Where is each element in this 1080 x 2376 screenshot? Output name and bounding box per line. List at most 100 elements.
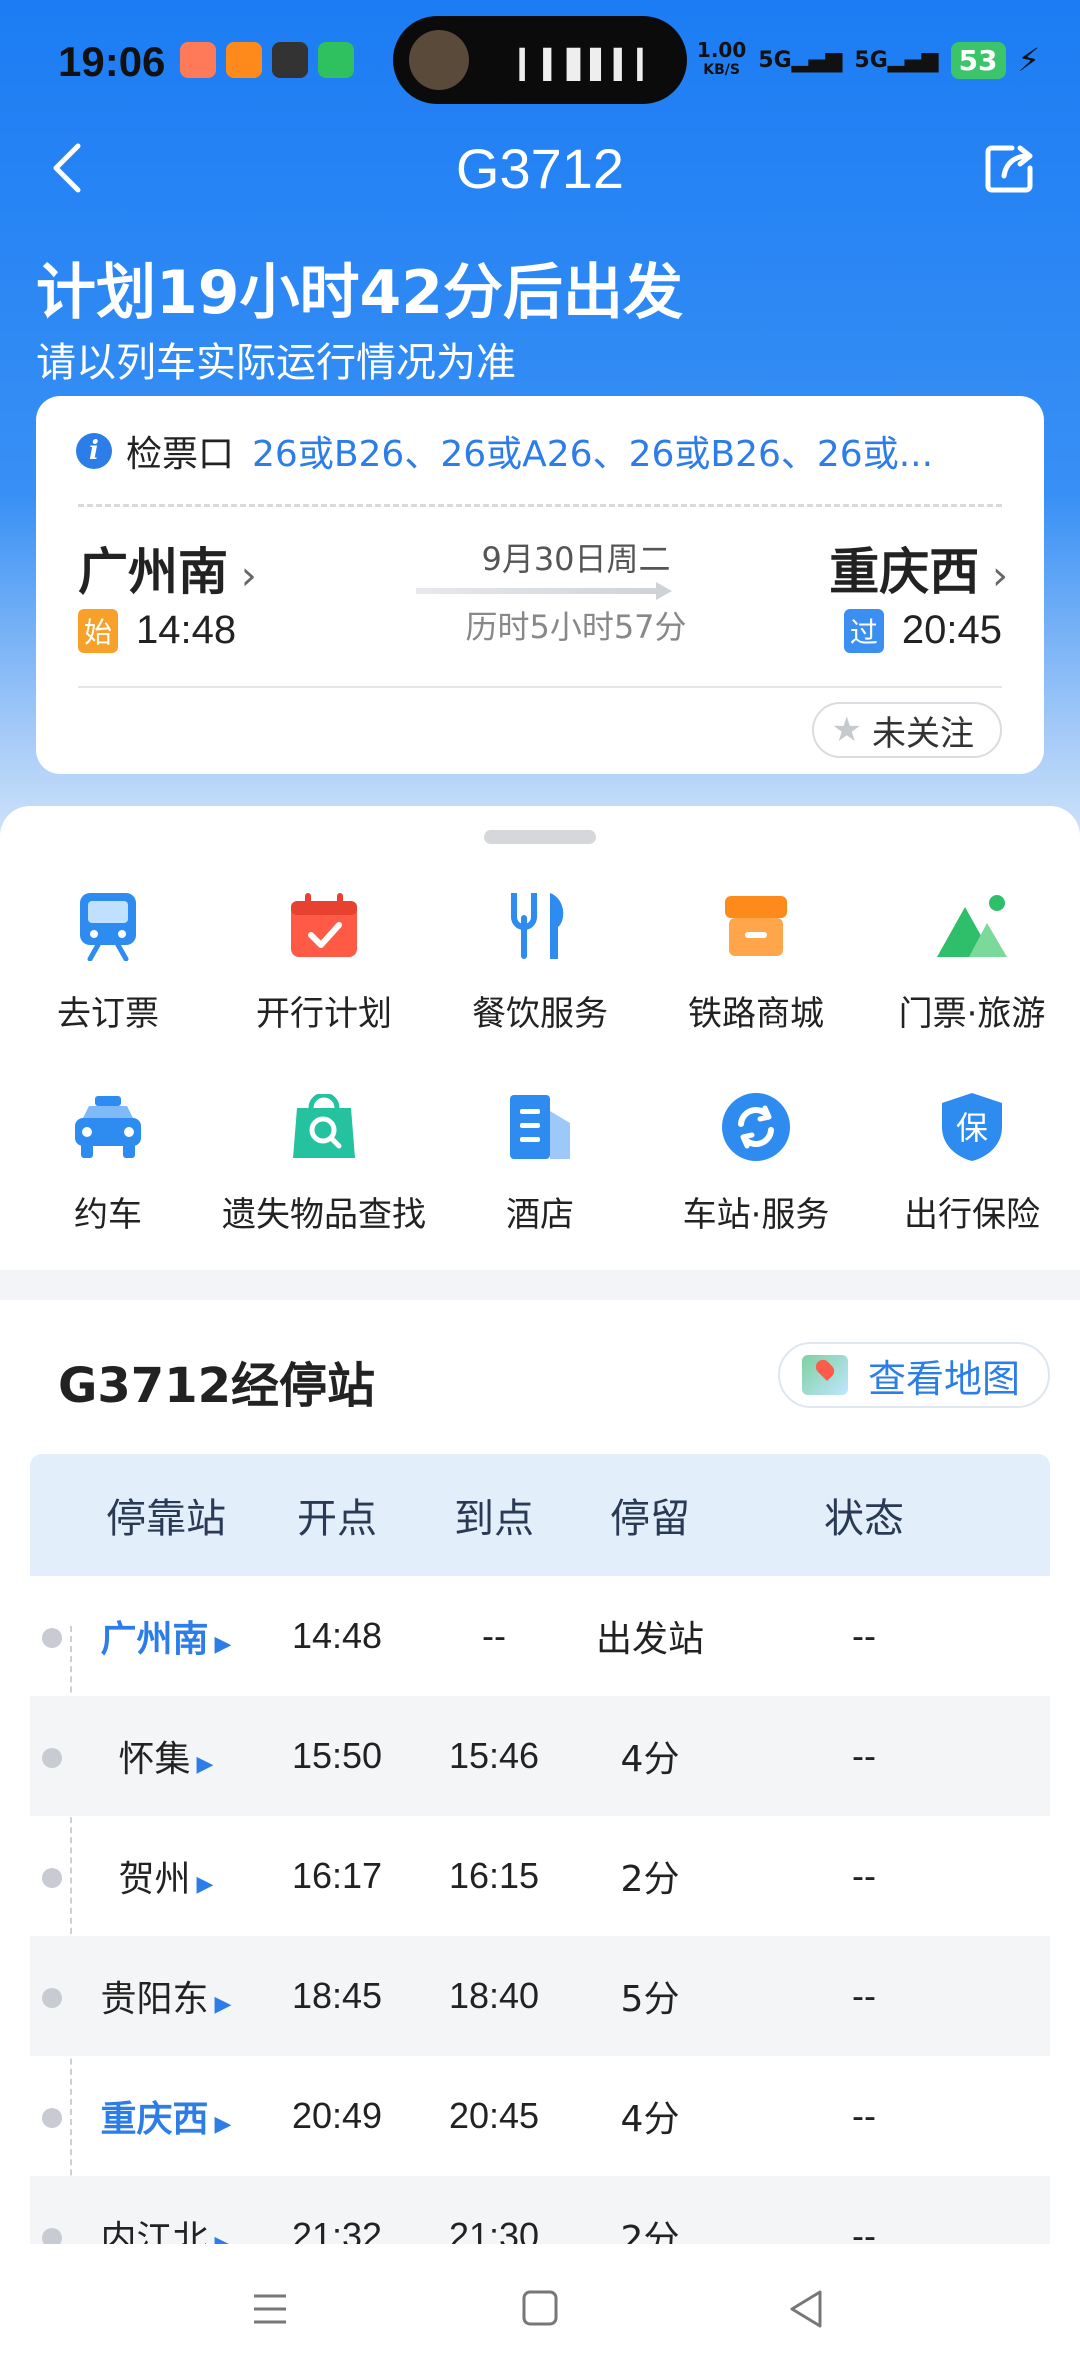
stop-station: 贵阳东 [100,1979,209,2020]
stop-stay: 2分 [620,1859,680,1900]
departure-time: 14:48 [136,608,237,652]
hotel-icon [500,1087,580,1167]
divider [78,504,1002,507]
gallery-app-icon [180,42,216,78]
media-thumbnail [409,30,469,90]
stop-status: -- [852,1735,876,1776]
stop-dot [42,2108,62,2128]
stop-station: 贺州 [118,1859,191,1900]
chevron-right-icon: › [228,553,257,599]
stop-dot [42,1748,62,1768]
from-station[interactable]: 广州南 › [78,532,257,604]
services-sheet: 去订票 开行计划 餐饮服务 铁路商城 门票·旅游 约车 遗失物品查找 酒店 车站… [0,806,1080,1270]
travel-duration: 历时5小时57分 [465,608,687,646]
iqiyi-app-icon [318,42,354,78]
stop-station: 重庆西 [100,2099,209,2140]
calendar-check-icon [284,886,364,966]
to-station[interactable]: 重庆西 › [829,532,1008,604]
chevron-right-icon: › [979,553,1008,599]
trip-card: i 检票口 26或B26、26或A26、26或B26、26或... 广州南 › … [36,396,1044,774]
service-label: 遗失物品查找 [222,1195,426,1235]
ticket-gate[interactable]: i 检票口 26或B26、26或A26、26或B26、26或... [76,426,996,476]
home-icon[interactable] [510,2284,570,2334]
stop-station: 内江北 [100,2219,209,2244]
service-schedule[interactable]: 开行计划 [216,886,432,1035]
stops-title: G3712经停站 [58,1358,375,1414]
from-station-name: 广州南 [78,543,228,601]
star-icon: ★ [831,710,862,750]
triangle-right-icon: ▶ [196,1751,214,1776]
header-status: 状态 [824,1496,904,1542]
service-lost-found[interactable]: 遗失物品查找 [216,1087,432,1236]
departure-countdown: 计划19小时42分后出发 [36,258,683,328]
map-icon [801,1355,848,1395]
departure-note: 请以列车实际运行情况为准 [36,340,516,386]
info-icon: i [76,433,112,469]
service-book-ticket[interactable]: 去订票 [0,886,216,1035]
share-icon[interactable] [982,140,1038,196]
stop-status: -- [852,2215,876,2244]
stop-arrive: -- [482,1615,506,1656]
nav-bar: G3712 [0,120,1080,220]
service-mall[interactable]: 铁路商城 [648,886,864,1035]
table-row[interactable]: 怀集 ▶ 15:50 15:46 4分 -- [30,1696,1050,1816]
start-tag: 始 [78,608,118,653]
stop-dot [42,1988,62,2008]
stop-status: -- [852,1855,876,1896]
follow-button[interactable]: ★ 未关注 [811,702,1002,758]
header-arrive: 到点 [454,1496,534,1542]
service-insurance[interactable]: 保 出行保险 [864,1087,1080,1236]
dynamic-island[interactable]: ▎▍▋▌▍▎ [393,16,687,104]
table-row[interactable]: 广州南 ▶ 14:48 -- 出发站 -- [30,1576,1050,1696]
stop-depart: 16:17 [291,1855,383,1896]
drag-handle[interactable] [484,830,596,844]
taxi-icon [68,1087,148,1167]
service-station[interactable]: 车站·服务 [648,1087,864,1236]
stop-status: -- [852,2095,876,2136]
service-hotel[interactable]: 酒店 [432,1087,648,1236]
audio-wave-icon: ▎▍▋▌▍▎ [519,48,661,81]
ticket-gate-value: 26或B26、26或A26、26或B26、26或... [252,434,934,475]
service-label: 门票·旅游 [898,994,1046,1034]
fork-knife-icon [500,886,580,966]
menu-icon[interactable] [240,2284,300,2334]
stops-table-body: 广州南 ▶ 14:48 -- 出发站 -- 怀集 ▶ 15:50 15:46 4分 … [30,1576,1050,2244]
stop-depart: 18:45 [291,1975,383,2016]
service-label: 铁路商城 [688,994,824,1034]
stop-depart: 21:32 [291,2215,383,2244]
stops-section: G3712经停站 查看地图 停靠站 开点 到点 停留 状态 广州南 ▶ 14:48… [0,1300,1080,2244]
service-tickets-tour[interactable]: 门票·旅游 [864,886,1080,1035]
table-row[interactable]: 内江北 ▶ 21:32 21:30 2分 -- [30,2176,1050,2244]
service-label: 酒店 [506,1195,574,1235]
back-icon[interactable] [776,2284,836,2334]
service-label: 去订票 [57,994,159,1034]
stop-stay: 2分 [620,2219,680,2244]
services-grid: 去订票 开行计划 餐饮服务 铁路商城 门票·旅游 约车 遗失物品查找 酒店 车站… [0,886,1080,1236]
stop-dot [42,2228,62,2244]
stop-arrive: 16:15 [448,1855,540,1896]
service-car-hailing[interactable]: 约车 [0,1087,216,1236]
table-row[interactable]: 重庆西 ▶ 20:49 20:45 4分 -- [30,2056,1050,2176]
header-stay: 停留 [610,1496,690,1542]
header-station: 停靠站 [106,1496,226,1542]
triangle-right-icon: ▶ [214,2111,232,2136]
table-row[interactable]: 贺州 ▶ 16:17 16:15 2分 -- [30,1816,1050,1936]
stop-status: -- [852,1975,876,2016]
signal-5g-icon-2: 5G▂▄▆ [854,47,939,73]
stop-arrive: 20:45 [448,2095,540,2136]
stop-status: -- [852,1615,876,1656]
departure-time-group: 始 14:48 [78,608,236,653]
net-speed-value: 1.00 [696,38,747,62]
signal1-label: 5G [758,47,792,73]
app-icon-orange [226,42,262,78]
stop-depart: 14:48 [291,1615,383,1656]
mountain-icon [932,886,1012,966]
service-label: 出行保险 [904,1195,1040,1235]
pass-tag: 过 [843,608,884,653]
battery-level: 53 [950,41,1006,79]
notification-icons [180,42,354,78]
table-row[interactable]: 贵阳东 ▶ 18:45 18:40 5分 -- [30,1936,1050,2056]
stop-station: 广州南 [100,1619,209,1660]
view-map-button[interactable]: 查看地图 [777,1342,1050,1408]
service-catering[interactable]: 餐饮服务 [432,886,648,1035]
